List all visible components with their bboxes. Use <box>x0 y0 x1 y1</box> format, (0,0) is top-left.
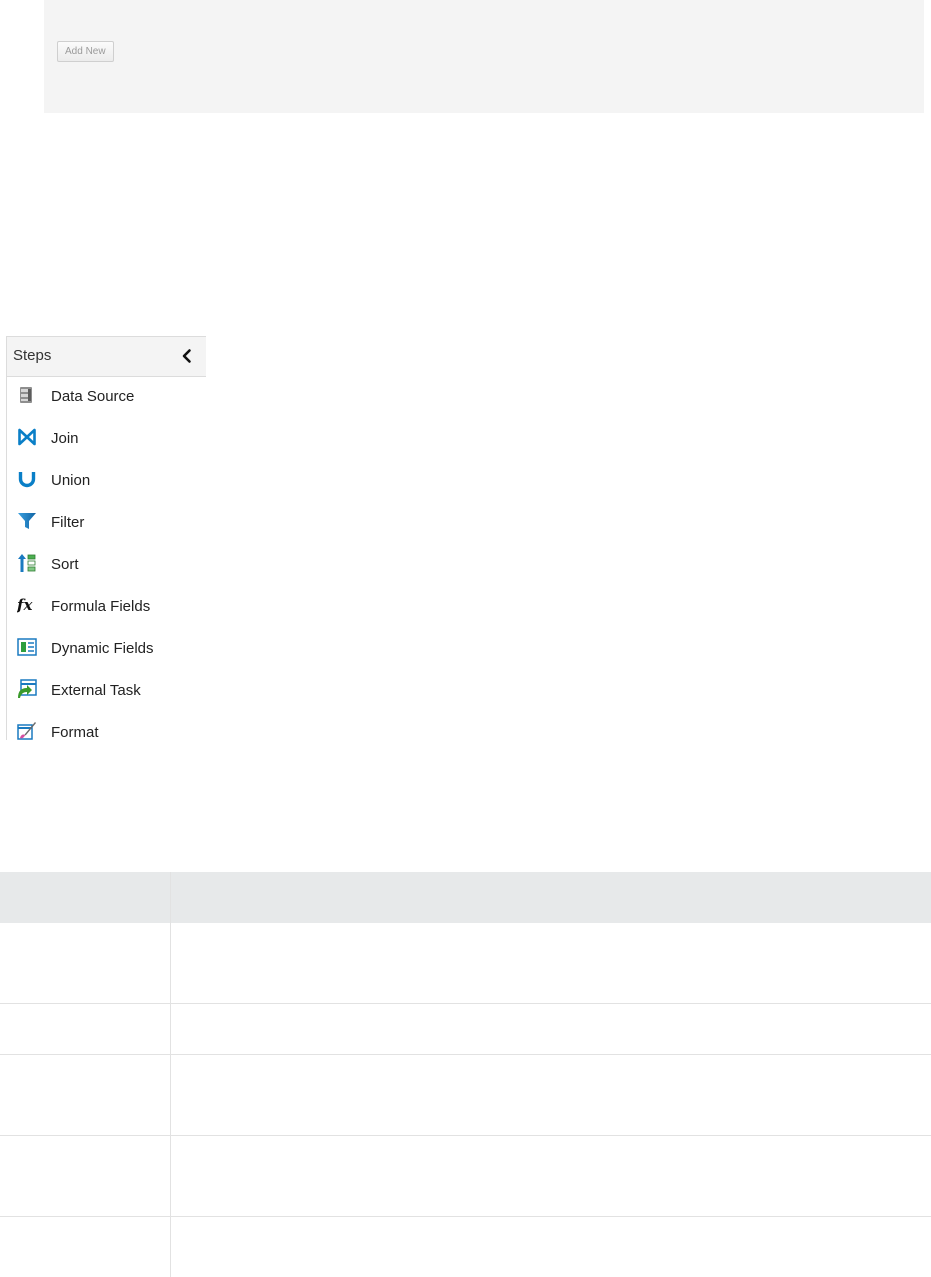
sort-icon <box>17 553 37 573</box>
join-icon <box>17 427 37 447</box>
svg-text:fx: fx <box>17 596 33 614</box>
table-header-cell <box>0 872 171 923</box>
step-item-filter[interactable]: Filter <box>7 503 206 545</box>
step-label: Join <box>51 430 79 447</box>
step-item-join[interactable]: Join <box>7 419 206 461</box>
step-label: Filter <box>51 514 84 531</box>
add-new-button[interactable]: Add New <box>57 41 114 62</box>
external-task-icon <box>17 679 37 699</box>
table-cell <box>171 1055 931 1136</box>
step-label: Formula Fields <box>51 598 150 615</box>
table-cell <box>171 923 931 1004</box>
info-table <box>0 872 931 1277</box>
step-label: Format <box>51 724 99 741</box>
steps-list: Data Source Join Union <box>7 377 206 755</box>
step-label: Data Source <box>51 388 134 405</box>
table-cell <box>0 1055 171 1136</box>
step-label: External Task <box>51 682 141 699</box>
dynamic-fields-icon <box>17 637 37 657</box>
table-cell <box>0 1136 171 1217</box>
table-row <box>0 1136 931 1217</box>
steps-panel: Steps Data Source <box>6 336 206 740</box>
table-cell <box>0 1217 171 1277</box>
table-cell <box>0 1004 171 1055</box>
table-header-row <box>0 872 931 923</box>
table-cell <box>171 1136 931 1217</box>
steps-title: Steps <box>13 347 51 364</box>
step-label: Union <box>51 472 90 489</box>
table-cell <box>171 1217 931 1277</box>
table-row <box>0 923 931 1004</box>
table-row <box>0 1055 931 1136</box>
filter-icon <box>17 511 37 531</box>
step-item-external-task[interactable]: External Task <box>7 671 206 713</box>
format-icon <box>17 721 37 741</box>
table-cell <box>0 923 171 1004</box>
steps-header[interactable]: Steps <box>7 336 206 377</box>
step-item-union[interactable]: Union <box>7 461 206 503</box>
step-item-format[interactable]: Format <box>7 713 206 755</box>
table-header-cell <box>171 872 931 923</box>
step-item-data-source[interactable]: Data Source <box>7 377 206 419</box>
top-panel: Add New <box>44 0 924 113</box>
step-item-sort[interactable]: Sort <box>7 545 206 587</box>
step-item-formula-fields[interactable]: fx Formula Fields <box>7 587 206 629</box>
union-icon <box>17 469 37 489</box>
table-row <box>0 1004 931 1055</box>
formula-icon: fx <box>17 595 37 615</box>
step-label: Dynamic Fields <box>51 640 154 657</box>
chevron-left-icon[interactable] <box>180 347 194 365</box>
step-item-dynamic-fields[interactable]: Dynamic Fields <box>7 629 206 671</box>
table-cell <box>171 1004 931 1055</box>
table-row <box>0 1217 931 1277</box>
database-icon <box>17 385 37 405</box>
step-label: Sort <box>51 556 79 573</box>
